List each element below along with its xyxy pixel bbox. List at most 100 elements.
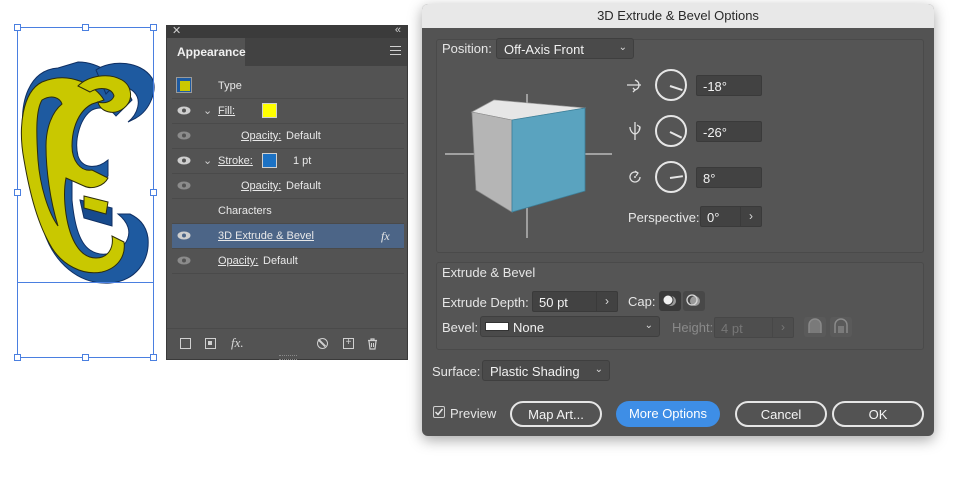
visibility-eye-icon[interactable] [177, 231, 191, 240]
fill-opacity-value: Default [286, 130, 321, 142]
fill-label[interactable]: Fill: [218, 105, 235, 117]
bevel-label: Bevel: [442, 320, 479, 335]
cap-on-button[interactable] [659, 291, 681, 311]
perspective-field[interactable]: 0° › [700, 206, 762, 227]
chevron-down-icon: ⌄ [618, 42, 627, 53]
bevel-extent-in-button [830, 317, 852, 337]
panel-header-strip: ✕ « [167, 24, 407, 38]
height-value: 4 pt [721, 321, 743, 336]
appearance-row-fill[interactable]: ⌄ Fill: [172, 99, 404, 124]
chevron-down-icon[interactable]: ⌄ [203, 104, 212, 117]
chevron-right-icon: › [772, 318, 793, 337]
selected-artwork[interactable] [0, 0, 170, 370]
appearance-attribute-list: Type ⌄ Fill: Opacity: Default ⌄ Stroke: … [172, 74, 404, 274]
bevel-extent-in-icon [834, 318, 848, 333]
surface-label: Surface: [432, 364, 481, 379]
bevel-extent-out-icon [808, 318, 822, 333]
more-options-button[interactable]: More Options [616, 401, 720, 427]
appearance-row-type[interactable]: Type [172, 74, 404, 99]
appearance-row-3d-extrude-bevel[interactable]: 3D Extrude & Bevel fx [172, 224, 404, 249]
extrude-bevel-title: Extrude & Bevel [442, 265, 536, 280]
position-label: Position: [442, 41, 492, 56]
bevel-extent-out-button [804, 317, 826, 337]
cap-on-icon [662, 294, 676, 306]
visibility-eye-icon[interactable] [177, 131, 191, 140]
appearance-row-opacity[interactable]: Opacity: Default [172, 249, 404, 274]
extrude-depth-field[interactable]: 50 pt › [532, 291, 618, 312]
appearance-row-stroke-opacity[interactable]: Opacity: Default [172, 174, 404, 199]
appearance-row-stroke[interactable]: ⌄ Stroke: 1 pt [172, 149, 404, 174]
panel-menu-icon[interactable] [390, 46, 401, 58]
cancel-button[interactable]: Cancel [735, 401, 827, 427]
rotate-y-value: -26° [703, 125, 727, 140]
3d-extrude-bevel-label[interactable]: 3D Extrude & Bevel [218, 230, 314, 242]
trash-icon[interactable] [367, 338, 378, 350]
rotate-y-field[interactable]: -26° [696, 121, 762, 142]
chevron-right-icon[interactable]: › [596, 292, 617, 311]
fill-opacity-label[interactable]: Opacity: [241, 130, 281, 142]
opacity-label[interactable]: Opacity: [218, 255, 258, 267]
appearance-row-characters[interactable]: Characters [172, 199, 404, 224]
ok-button[interactable]: OK [832, 401, 924, 427]
position-value: Off-Axis Front [504, 42, 584, 57]
height-field: 4 pt › [714, 317, 794, 338]
appearance-row-fill-opacity[interactable]: Opacity: Default [172, 124, 404, 149]
preview-label: Preview [450, 406, 497, 421]
duplicate-item-icon[interactable]: + [343, 338, 354, 349]
visibility-eye-icon[interactable] [177, 156, 191, 165]
extrude-depth-label: Extrude Depth: [442, 295, 529, 310]
stroke-opacity-value: Default [286, 180, 321, 192]
chevron-right-icon[interactable]: › [740, 207, 761, 226]
rotate-x-field[interactable]: -18° [696, 75, 762, 96]
close-panel-icon[interactable]: ✕ [172, 24, 181, 37]
rotate-y-axis-icon [629, 122, 641, 140]
clear-appearance-icon[interactable] [317, 338, 328, 349]
stroke-swatch[interactable] [262, 153, 277, 168]
rotation-track-cube[interactable] [442, 92, 616, 240]
rotate-x-dial[interactable] [655, 69, 687, 101]
add-fill-icon[interactable] [205, 338, 216, 349]
visibility-eye-icon[interactable] [177, 106, 191, 115]
dialog-title: 3D Extrude & Bevel Options [422, 4, 934, 28]
rotate-x-axis-icon [627, 79, 641, 93]
stroke-label[interactable]: Stroke: [218, 155, 253, 167]
panel-tab-row: Appearance [167, 38, 407, 66]
position-dropdown[interactable]: Off-Axis Front ⌄ [496, 38, 634, 59]
opacity-value: Default [263, 255, 298, 267]
type-label: Type [218, 80, 242, 92]
chevron-down-icon: ⌄ [594, 364, 603, 375]
rotate-z-dial[interactable] [655, 161, 687, 193]
cap-label: Cap: [628, 294, 656, 309]
tab-appearance[interactable]: Appearance [167, 38, 246, 66]
extrude-depth-value: 50 pt [539, 295, 568, 310]
add-effect-icon[interactable]: fx. [231, 335, 244, 351]
rotate-z-axis-icon [629, 170, 641, 183]
rotate-z-field[interactable]: 8° [696, 167, 762, 188]
fill-swatch[interactable] [262, 103, 277, 118]
map-art-button[interactable]: Map Art... [510, 401, 602, 427]
preview-checkbox[interactable] [433, 406, 445, 418]
rotate-y-dial[interactable] [655, 115, 687, 147]
add-stroke-icon[interactable] [180, 338, 191, 349]
bevel-value: None [513, 320, 545, 335]
visibility-eye-icon[interactable] [177, 181, 191, 190]
stroke-opacity-label[interactable]: Opacity: [241, 180, 281, 192]
chevron-down-icon[interactable]: ⌄ [203, 154, 212, 167]
fx-icon: fx [381, 229, 390, 243]
surface-value: Plastic Shading [490, 364, 580, 379]
perspective-label: Perspective: [628, 210, 700, 225]
bevel-preview-swatch [485, 322, 509, 331]
chevron-down-icon: ⌄ [644, 320, 653, 331]
resize-grip-icon[interactable] [279, 355, 297, 360]
3d-extrude-bevel-dialog: 3D Extrude & Bevel Options Position: Off… [422, 4, 934, 436]
stroke-weight-value: 1 pt [293, 155, 312, 167]
height-label: Height: [672, 320, 714, 335]
panel-bottom-toolbar: fx. + [167, 328, 407, 360]
cap-off-button[interactable] [683, 291, 705, 311]
collapse-panel-icon[interactable]: « [395, 24, 401, 36]
surface-dropdown[interactable]: Plastic Shading ⌄ [482, 360, 610, 381]
checkmark-icon [434, 408, 444, 416]
visibility-eye-icon[interactable] [177, 256, 191, 265]
rotate-z-value: 8° [703, 171, 716, 186]
bevel-dropdown[interactable]: None ⌄ [480, 316, 660, 337]
